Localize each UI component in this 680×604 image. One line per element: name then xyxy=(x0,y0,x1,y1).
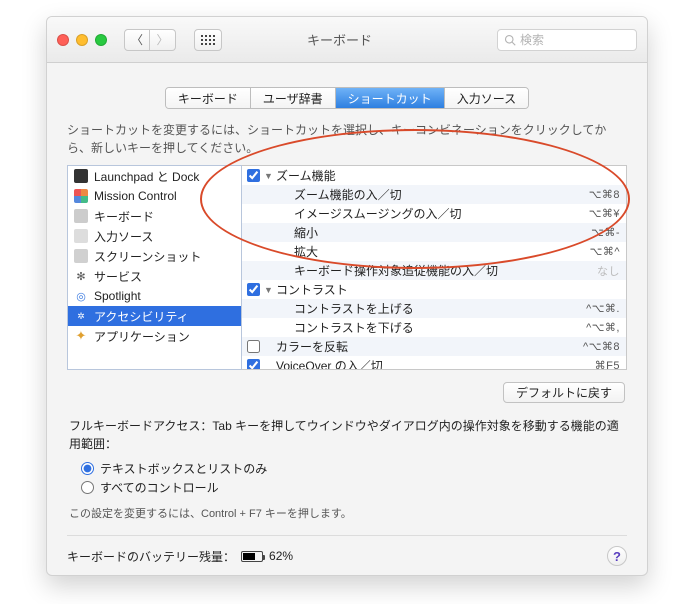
preferences-window: 〈 〉 キーボード 検索 キーボード ユーザ辞書 ショートカット 入力ソース シ… xyxy=(46,16,648,576)
back-button[interactable]: 〈 xyxy=(124,29,150,51)
shortcut-checkbox[interactable] xyxy=(247,283,260,296)
forward-button[interactable]: 〉 xyxy=(150,29,176,51)
shortcut-label: VoiceOver の入／切 xyxy=(276,357,595,370)
shortcut-label: キーボード操作対象追従機能の入／切 xyxy=(276,262,597,279)
shortcut-row[interactable]: ▼コントラスト xyxy=(242,280,626,299)
shortcut-row[interactable]: コントラストを上げる^⌥⌘. xyxy=(242,299,626,318)
full-keyboard-access-text: フルキーボードアクセス：Tab キーを押してウインドウやダイアログ内の操作対象を… xyxy=(47,407,647,455)
shortcut-label: コントラストを上げる xyxy=(276,300,586,317)
tab-shortcuts[interactable]: ショートカット xyxy=(336,88,445,108)
default-row: デフォルトに戻す xyxy=(47,376,647,407)
shortcut-label: ズーム機能の入／切 xyxy=(276,186,589,203)
shortcut-keys[interactable]: ⌥⌘- xyxy=(591,226,620,239)
disclosure-triangle-icon[interactable]: ▼ xyxy=(264,285,276,295)
shortcut-keys[interactable]: ^⌥⌘. xyxy=(586,302,620,315)
gear-icon: ✻ xyxy=(74,269,88,283)
shortcut-keys[interactable]: ⌘F5 xyxy=(595,359,620,370)
input-source-icon xyxy=(74,229,88,243)
shortcut-keys[interactable]: ^⌥⌘, xyxy=(586,321,620,334)
accessibility-icon: ✲ xyxy=(74,309,88,323)
application-icon: ✦ xyxy=(74,329,88,343)
nav-buttons: 〈 〉 xyxy=(124,29,176,51)
shortcut-keys[interactable]: ⌥⌘8 xyxy=(589,188,620,201)
restore-defaults-button[interactable]: デフォルトに戻す xyxy=(503,382,625,403)
shortcut-row[interactable]: VoiceOver の入／切⌘F5 xyxy=(242,356,626,370)
zoom-button[interactable] xyxy=(95,34,107,46)
sidebar-item-launchpad[interactable]: Launchpad と Dock xyxy=(68,166,241,186)
shortcut-checkbox[interactable] xyxy=(247,169,260,182)
shortcut-list[interactable]: ▼ズーム機能ズーム機能の入／切⌥⌘8イメージスムージングの入／切⌥⌘¥縮小⌥⌘-… xyxy=(242,165,627,370)
shortcut-label: 拡大 xyxy=(276,243,590,260)
full-keyboard-access-radios: テキストボックスとリストのみ すべてのコントロール xyxy=(47,455,647,501)
help-button[interactable]: ? xyxy=(607,546,627,566)
battery-icon xyxy=(241,551,263,562)
shortcut-row[interactable]: ズーム機能の入／切⌥⌘8 xyxy=(242,185,626,204)
shortcut-label: コントラスト xyxy=(276,281,620,298)
segmented-control: キーボード ユーザ辞書 ショートカット 入力ソース xyxy=(165,87,529,109)
mission-control-icon xyxy=(74,189,88,203)
shortcut-label: ズーム機能 xyxy=(276,167,620,184)
shortcut-checkbox[interactable] xyxy=(247,340,260,353)
sidebar-item-screenshots[interactable]: スクリーンショット xyxy=(68,246,241,266)
chevron-left-icon: 〈 xyxy=(131,31,143,48)
window-title: キーボード xyxy=(192,30,487,49)
titlebar: 〈 〉 キーボード 検索 xyxy=(47,17,647,63)
radio-all-controls-input[interactable] xyxy=(81,481,94,494)
shortcut-keys[interactable]: ⌥⌘¥ xyxy=(589,207,620,220)
launchpad-icon xyxy=(74,169,88,183)
sidebar-item-input-sources[interactable]: 入力ソース xyxy=(68,226,241,246)
shortcut-keys[interactable]: ^⌥⌘8 xyxy=(583,340,620,353)
battery-label: キーボードのバッテリー残量： xyxy=(67,548,235,565)
shortcut-row[interactable]: コントラストを下げる^⌥⌘, xyxy=(242,318,626,337)
sidebar-item-services[interactable]: ✻サービス xyxy=(68,266,241,286)
keyboard-icon xyxy=(74,209,88,223)
traffic-lights xyxy=(57,34,107,46)
tab-bar: キーボード ユーザ辞書 ショートカット 入力ソース xyxy=(47,63,647,115)
shortcut-row[interactable]: キーボード操作対象追従機能の入／切なし xyxy=(242,261,626,280)
footer: キーボードのバッテリー残量： 62% ? xyxy=(47,536,647,566)
shortcut-row[interactable]: 拡大⌥⌘^ xyxy=(242,242,626,261)
shortcut-row[interactable]: 縮小⌥⌘- xyxy=(242,223,626,242)
sidebar-item-applications[interactable]: ✦アプリケーション xyxy=(68,326,241,346)
close-button[interactable] xyxy=(57,34,69,46)
radio-text-boxes-input[interactable] xyxy=(81,462,94,475)
shortcut-row[interactable]: カラーを反転^⌥⌘8 xyxy=(242,337,626,356)
shortcut-label: イメージスムージングの入／切 xyxy=(276,205,589,222)
radio-text-boxes[interactable]: テキストボックスとリストのみ xyxy=(81,459,613,478)
hint-text: この設定を変更するには、Control + F7 キーを押します。 xyxy=(47,501,647,521)
shortcut-label: コントラストを下げる xyxy=(276,319,586,336)
shortcut-checkbox[interactable] xyxy=(247,359,260,370)
minimize-button[interactable] xyxy=(76,34,88,46)
search-placeholder: 検索 xyxy=(520,31,544,48)
shortcut-row[interactable]: イメージスムージングの入／切⌥⌘¥ xyxy=(242,204,626,223)
sidebar-item-spotlight[interactable]: ◎Spotlight xyxy=(68,286,241,306)
instruction-text: ショートカットを変更するには、ショートカットを選択し、キーコンビネーションをクリ… xyxy=(47,115,647,161)
shortcut-label: カラーを反転 xyxy=(276,338,583,355)
radio-all-controls[interactable]: すべてのコントロール xyxy=(81,478,613,497)
shortcut-keys[interactable]: なし xyxy=(597,263,620,279)
tab-keyboard[interactable]: キーボード xyxy=(166,88,251,108)
disclosure-triangle-icon[interactable]: ▼ xyxy=(264,171,276,181)
sidebar-item-mission-control[interactable]: Mission Control xyxy=(68,186,241,206)
search-icon xyxy=(504,34,516,46)
sidebar-item-keyboard[interactable]: キーボード xyxy=(68,206,241,226)
tab-user-dictionary[interactable]: ユーザ辞書 xyxy=(251,88,336,108)
panes: Launchpad と Dock Mission Control キーボード 入… xyxy=(47,161,647,376)
sidebar-item-accessibility[interactable]: ✲アクセシビリティ xyxy=(68,306,241,326)
shortcut-keys[interactable]: ⌥⌘^ xyxy=(590,245,620,258)
spotlight-icon: ◎ xyxy=(74,289,88,303)
screenshot-icon xyxy=(74,249,88,263)
shortcut-label: 縮小 xyxy=(276,224,591,241)
battery-percent: 62% xyxy=(269,549,293,563)
shortcut-row[interactable]: ▼ズーム機能 xyxy=(242,166,626,185)
tab-input-sources[interactable]: 入力ソース xyxy=(445,88,528,108)
chevron-right-icon: 〉 xyxy=(156,31,168,48)
search-input[interactable]: 検索 xyxy=(497,29,637,51)
category-sidebar[interactable]: Launchpad と Dock Mission Control キーボード 入… xyxy=(67,165,242,370)
